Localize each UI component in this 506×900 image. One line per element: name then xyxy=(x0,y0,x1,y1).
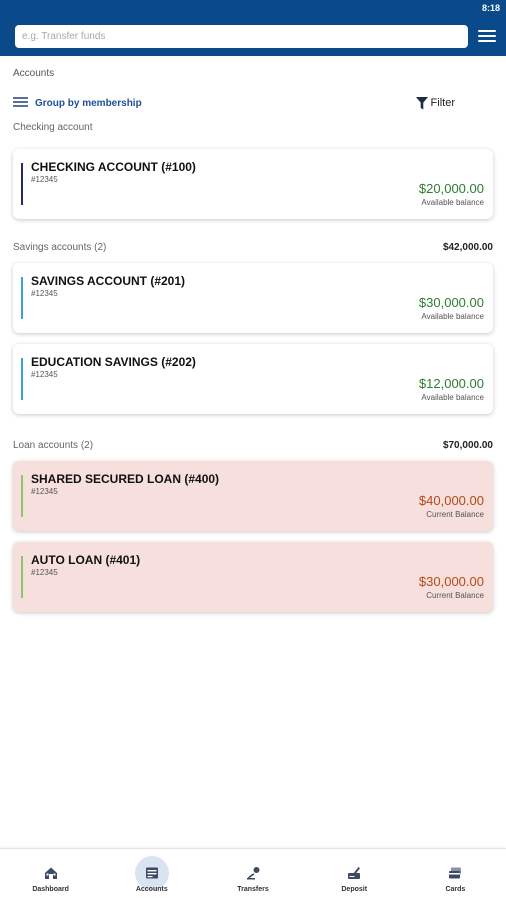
accounts-content: Accounts Group by membership Filter Chec… xyxy=(0,68,506,612)
savings-section-header: Savings accounts (2) $42,000.00 xyxy=(13,242,493,253)
section-title: Savings accounts (2) xyxy=(13,242,107,253)
check-deposit-icon xyxy=(348,867,361,879)
app-header xyxy=(0,16,506,56)
group-by-membership-button[interactable]: Group by membership xyxy=(13,97,142,109)
status-time: 8:18 xyxy=(481,3,500,13)
house-icon xyxy=(44,867,57,879)
account-accent-bar xyxy=(21,277,23,319)
nav-label: Transfers xyxy=(237,886,269,893)
section-total: $42,000.00 xyxy=(442,242,493,253)
account-card-loan-401[interactable]: AUTO LOAN (#401) #12345 $30,000.00 Curre… xyxy=(13,542,493,612)
page-title: Accounts xyxy=(13,68,55,79)
nav-accounts[interactable]: Accounts xyxy=(101,849,202,900)
filter-label: Filter xyxy=(430,97,455,109)
nav-label: Deposit xyxy=(341,886,368,893)
nav-transfers[interactable]: Transfers xyxy=(202,849,303,900)
account-balance: $20,000.00 xyxy=(418,181,484,196)
account-name: EDUCATION SAVINGS (#202) xyxy=(31,355,196,369)
balance-label: Available balance xyxy=(421,393,484,402)
account-number: #12345 xyxy=(31,568,58,577)
search-input[interactable] xyxy=(22,30,468,42)
account-name: SHARED SECURED LOAN (#400) xyxy=(31,472,220,486)
nav-cards[interactable]: Cards xyxy=(405,849,506,900)
filter-button[interactable]: Filter xyxy=(415,96,455,110)
bank-icon xyxy=(145,867,158,879)
account-name: CHECKING ACCOUNT (#100) xyxy=(31,160,196,174)
nav-deposit[interactable]: Deposit xyxy=(304,849,405,900)
search-box[interactable] xyxy=(15,24,468,48)
account-number: #12345 xyxy=(31,289,58,298)
balance-label: Current Balance xyxy=(426,591,484,600)
account-name: AUTO LOAN (#401) xyxy=(31,553,141,567)
balance-label: Current Balance xyxy=(426,510,484,519)
filter-icon xyxy=(415,96,428,109)
account-balance: $40,000.00 xyxy=(418,493,484,508)
section-title: Loan accounts (2) xyxy=(13,440,94,451)
group-by-label: Group by membership xyxy=(35,97,142,109)
status-bar: 8:18 xyxy=(0,0,506,16)
cards-icon xyxy=(449,867,462,879)
nav-dashboard[interactable]: Dashboard xyxy=(0,849,101,900)
account-number: #12345 xyxy=(31,487,58,496)
menu-icon[interactable] xyxy=(478,27,496,45)
bottom-nav: Dashboard Accounts Transfers Deposit Car… xyxy=(0,848,506,900)
account-balance: $30,000.00 xyxy=(418,574,484,589)
nav-label: Accounts xyxy=(135,886,168,893)
toolbar: Group by membership Filter xyxy=(13,95,493,111)
account-accent-bar xyxy=(21,556,23,598)
nav-label: Dashboard xyxy=(32,886,69,893)
balance-label: Available balance xyxy=(421,198,484,207)
account-accent-bar xyxy=(21,475,23,517)
section-total: $70,000.00 xyxy=(442,440,493,451)
account-number: #12345 xyxy=(31,175,58,184)
balance-label: Available balance xyxy=(421,312,484,321)
transfer-icon xyxy=(247,867,260,880)
account-name: SAVINGS ACCOUNT (#201) xyxy=(31,274,186,288)
account-accent-bar xyxy=(21,163,23,205)
account-card-loan-400[interactable]: SHARED SECURED LOAN (#400) #12345 $40,00… xyxy=(13,461,493,531)
loans-section-header: Loan accounts (2) $70,000.00 xyxy=(13,440,493,451)
account-balance: $30,000.00 xyxy=(418,295,484,310)
nav-label: Cards xyxy=(445,886,466,893)
checking-section-header: Checking account xyxy=(13,122,493,133)
section-title: Checking account xyxy=(13,122,93,133)
account-accent-bar xyxy=(21,358,23,400)
account-card-education-202[interactable]: EDUCATION SAVINGS (#202) #12345 $12,000.… xyxy=(13,344,493,414)
account-card-checking-100[interactable]: CHECKING ACCOUNT (#100) #12345 $20,000.0… xyxy=(13,149,493,219)
account-balance: $12,000.00 xyxy=(418,376,484,391)
account-number: #12345 xyxy=(31,370,58,379)
list-icon xyxy=(13,97,28,109)
account-card-savings-201[interactable]: SAVINGS ACCOUNT (#201) #12345 $30,000.00… xyxy=(13,263,493,333)
